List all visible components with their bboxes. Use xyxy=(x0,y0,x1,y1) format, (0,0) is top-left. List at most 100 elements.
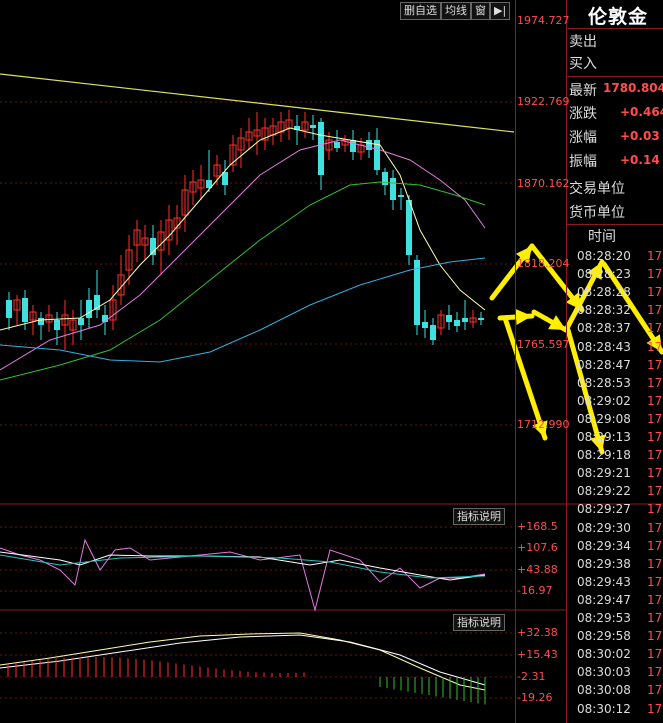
candle-body xyxy=(6,300,12,318)
tick-time: 08:29:13 xyxy=(577,430,631,444)
tick-price: 178 xyxy=(647,683,663,698)
tick-time: 08:29:34 xyxy=(577,538,631,553)
tick-price: 178 xyxy=(647,339,663,354)
candle-body xyxy=(462,318,468,322)
candle-body xyxy=(350,140,356,152)
tick-time: 08:29:43 xyxy=(577,574,631,589)
tick-time: 08:28:23 xyxy=(577,267,631,282)
tick-time: 08:28:53 xyxy=(577,375,631,390)
tick-time: 08:30:12 xyxy=(577,701,631,716)
tick-time: 08:29:30 xyxy=(577,520,631,535)
candle-body xyxy=(318,122,324,175)
tick-time: 08:29:08 xyxy=(577,411,631,426)
tick-price: 178 xyxy=(647,411,663,426)
panel-divider xyxy=(566,0,567,723)
tick-price: 178 xyxy=(647,303,663,318)
candle-body xyxy=(446,315,452,322)
tick-time: 08:29:22 xyxy=(577,484,631,499)
candle-body xyxy=(310,125,316,128)
candle-body xyxy=(478,318,484,320)
price-axis-label: 1974.727 xyxy=(517,14,570,27)
indicator1-level: +107.6 xyxy=(517,541,558,554)
tick-time: 08:29:21 xyxy=(577,466,631,481)
tick-price: 178 xyxy=(647,665,663,680)
price-axis-label: 1922.769 xyxy=(517,95,570,108)
candle-body xyxy=(366,140,372,150)
tick-time: 08:28:20 xyxy=(577,249,631,263)
play-end-icon[interactable]: ▶| xyxy=(490,2,511,20)
candle-body xyxy=(430,325,436,340)
tick-time: 08:28:28 xyxy=(577,285,631,300)
candle-body xyxy=(382,172,388,185)
currency-unit-label: 货币单位 xyxy=(569,205,625,221)
tick-time: 08:29:58 xyxy=(577,629,631,644)
indicator2-line xyxy=(0,632,486,691)
indicator1-level: +43.88 xyxy=(517,563,558,576)
candle-body xyxy=(22,298,28,322)
remove-watchlist-button[interactable]: 删自选 xyxy=(400,2,441,20)
change-pct-label: 涨幅 xyxy=(569,130,597,146)
candle-body xyxy=(414,260,420,325)
ticks-time-header: 时间 xyxy=(588,229,616,245)
divider xyxy=(566,28,663,29)
chart-toolbar: 删自选 均线 窗 ▶| xyxy=(400,2,511,20)
tick-price: 178 xyxy=(647,538,663,553)
change-value: +0.464 xyxy=(620,105,663,119)
tick-price: 178 xyxy=(647,448,663,463)
indicator2-level: -19.26 xyxy=(517,691,553,704)
candle-body xyxy=(334,142,340,148)
candle-body xyxy=(398,195,404,197)
indicator1-level: +168.5 xyxy=(517,520,558,533)
tick-price: 178 xyxy=(647,285,663,300)
candle-body xyxy=(454,320,460,326)
buy-label: 买入 xyxy=(569,56,597,72)
indicator1-level: -16.97 xyxy=(517,584,553,597)
ma-fast-line xyxy=(0,127,486,331)
candle-body xyxy=(390,178,396,200)
tick-price: 178 xyxy=(647,267,663,282)
indicator2-level: -2.31 xyxy=(517,670,546,683)
tick-time: 08:28:37 xyxy=(577,321,631,336)
indicator2-help-button[interactable]: 指标说明 xyxy=(453,614,505,631)
tick-price: 178 xyxy=(647,520,663,535)
trade-unit-label: 交易单位 xyxy=(569,181,625,197)
tick-price: 178 xyxy=(647,357,663,372)
tick-price: 178 xyxy=(647,647,663,662)
window-button[interactable]: 窗 xyxy=(471,2,490,20)
moving-average-button[interactable]: 均线 xyxy=(441,2,471,20)
tick-price: 178 xyxy=(647,629,663,644)
amplitude-value: +0.14 xyxy=(620,153,660,167)
tick-time: 08:28:43 xyxy=(577,339,631,354)
candlestick-chart xyxy=(0,73,663,705)
price-axis-label: 1818.204 xyxy=(517,257,570,270)
tick-price: 178 xyxy=(647,592,663,607)
last-value: 1780.804 xyxy=(603,81,663,95)
price-axis-label: 1765.597 xyxy=(517,338,570,351)
last-label: 最新 xyxy=(569,83,597,99)
tick-price: 178 xyxy=(647,466,663,481)
change-label: 涨跌 xyxy=(569,106,597,122)
indicator1-line xyxy=(0,554,486,579)
tick-price: 178 xyxy=(647,556,663,571)
indicator2-line xyxy=(0,634,486,686)
tick-time: 08:29:02 xyxy=(577,393,631,408)
indicator2-level: +15.43 xyxy=(517,648,558,661)
tick-price: 178 xyxy=(647,611,663,625)
tick-time: 08:29:47 xyxy=(577,592,631,607)
tick-time: 08:29:38 xyxy=(577,556,631,571)
tick-time: 08:28:32 xyxy=(577,303,631,318)
change-pct-value: +0.03 xyxy=(620,129,660,143)
tick-time: 08:30:02 xyxy=(577,647,631,662)
candle-body xyxy=(422,322,428,328)
tick-price: 178 xyxy=(647,574,663,589)
divider xyxy=(566,76,663,77)
indicator2-level: +32.38 xyxy=(517,626,558,639)
indicator1-help-button[interactable]: 指标说明 xyxy=(453,508,505,525)
candle-body xyxy=(406,200,412,255)
indicator1-line xyxy=(0,538,486,612)
chart-pane[interactable] xyxy=(0,0,663,723)
tick-price: 178 xyxy=(647,430,663,444)
price-axis-label: 1712.990 xyxy=(517,418,570,431)
price-axis-label: 1870.162 xyxy=(517,177,570,190)
chart-axis-divider xyxy=(515,0,516,723)
